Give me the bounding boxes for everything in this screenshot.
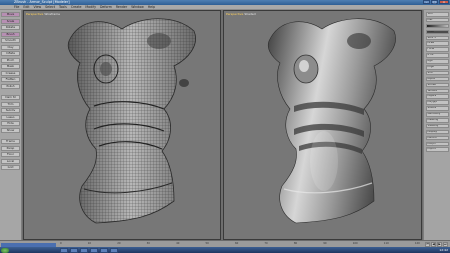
menu-help[interactable]: Help (148, 5, 155, 10)
wireframe-armor-model (67, 18, 196, 224)
menu-select[interactable]: Select (45, 5, 55, 10)
tool-button[interactable]: Show (1, 127, 20, 133)
panel-row[interactable]: Masking (425, 118, 449, 123)
panel-row[interactable]: Layers (425, 94, 449, 99)
tool-button[interactable]: Local (1, 158, 20, 164)
tool-button[interactable]: Rotate (1, 25, 20, 30)
app-window: ZBrush - Armor_Sculpt [Modeler] – □ × Fi… (0, 0, 450, 253)
menu-view[interactable]: View (34, 5, 42, 10)
panel-row[interactable]: Mat (425, 17, 449, 23)
panel-row[interactable]: Focal (425, 47, 449, 52)
tool-button[interactable]: Scale (1, 18, 20, 24)
tool-button[interactable]: Flatten (1, 77, 20, 82)
tool-button[interactable]: Pinch (1, 57, 20, 63)
tool-button[interactable]: Frame (1, 139, 20, 144)
menu-create[interactable]: Create (71, 5, 82, 10)
tool-button[interactable]: Inflate (1, 51, 20, 56)
taskbar-tasks (60, 247, 118, 253)
menu-modify[interactable]: Modify (85, 5, 96, 10)
right-panel: Tool Mat Color SDiv 5 Draw Focal Z Int R… (423, 10, 450, 240)
panel-row[interactable]: Color (425, 29, 449, 35)
panel-row[interactable]: Export (425, 147, 449, 152)
taskbar-app[interactable] (90, 247, 98, 253)
viewport-shaded[interactable]: Perspective Shaded (223, 10, 422, 240)
tool-button[interactable]: Clay (1, 44, 20, 50)
taskbar-app[interactable] (80, 247, 88, 253)
maximize-button[interactable]: □ (431, 0, 438, 4)
viewport-wireframe[interactable]: Perspective Wireframe (23, 10, 221, 240)
menu-render[interactable]: Render (116, 5, 127, 10)
taskbar-app[interactable] (100, 247, 108, 253)
menu-edit[interactable]: Edit (23, 5, 29, 10)
panel-row[interactable]: Geometry (425, 112, 449, 117)
panel-row[interactable]: Visibility (425, 123, 449, 129)
shaded-armor-model (267, 18, 396, 224)
taskbar-app[interactable] (60, 247, 68, 253)
taskbar-clock: 12:42 (439, 248, 448, 252)
panel-row[interactable]: Deform (425, 135, 449, 141)
tool-button[interactable]: Move (1, 12, 20, 17)
tool-button[interactable]: Trim (1, 101, 20, 107)
timeline-bar: 0 10 20 30 40 50 60 70 80 90 100 110 120… (0, 240, 450, 247)
tool-button[interactable]: Smooth (1, 38, 20, 43)
tool-button[interactable]: Hide (1, 121, 20, 126)
panel-row[interactable]: Polygrp (425, 100, 449, 105)
tool-button[interactable]: Lasso (1, 114, 20, 120)
tool-button[interactable]: Dam St (1, 95, 20, 100)
panel-row[interactable]: Alpha (425, 76, 449, 82)
menu-tools[interactable]: Tools (59, 5, 67, 10)
color-swatch[interactable] (425, 23, 449, 29)
panel-row[interactable]: Draw (425, 41, 449, 46)
panel-row[interactable]: Mrgb (425, 65, 449, 70)
tool-button[interactable]: Crease (1, 70, 20, 76)
tool-button[interactable]: Floor (1, 152, 20, 157)
panel-row[interactable]: Stroke (425, 82, 449, 88)
os-taskbar: 12:42 (0, 247, 450, 253)
tool-button[interactable]: Grid (1, 165, 20, 170)
panel-row[interactable]: SDiv 5 (425, 35, 449, 41)
start-button[interactable] (1, 247, 9, 253)
taskbar-app[interactable] (110, 247, 118, 253)
tool-button[interactable]: Subdiv (1, 108, 20, 113)
tool-button[interactable]: Mask (1, 64, 20, 69)
panel-row[interactable]: Texture (425, 88, 449, 94)
left-toolbar: Move Scale Rotate Brush Smooth Clay Infl… (0, 10, 22, 240)
close-button[interactable]: × (439, 0, 449, 4)
panel-row[interactable]: Rgb (425, 59, 449, 64)
panel-row[interactable]: Morph (425, 141, 449, 147)
menu-window[interactable]: Window (131, 5, 144, 10)
panel-row[interactable]: Tool (425, 12, 449, 17)
command-line-input[interactable] (1, 242, 56, 247)
tool-button[interactable]: Persp (1, 145, 20, 151)
taskbar-app[interactable] (70, 247, 78, 253)
tool-button[interactable]: Brush (1, 31, 20, 37)
panel-row[interactable]: Smt (425, 70, 449, 76)
menu-file[interactable]: File (14, 5, 19, 10)
menu-deform[interactable]: Deform (100, 5, 112, 10)
panel-row[interactable]: Display (425, 129, 449, 135)
panel-row[interactable]: Z Int (425, 53, 449, 58)
panel-row[interactable]: Subdiv (425, 106, 449, 111)
minimize-button[interactable]: – (423, 0, 430, 4)
tool-button[interactable]: Polish (1, 83, 20, 89)
